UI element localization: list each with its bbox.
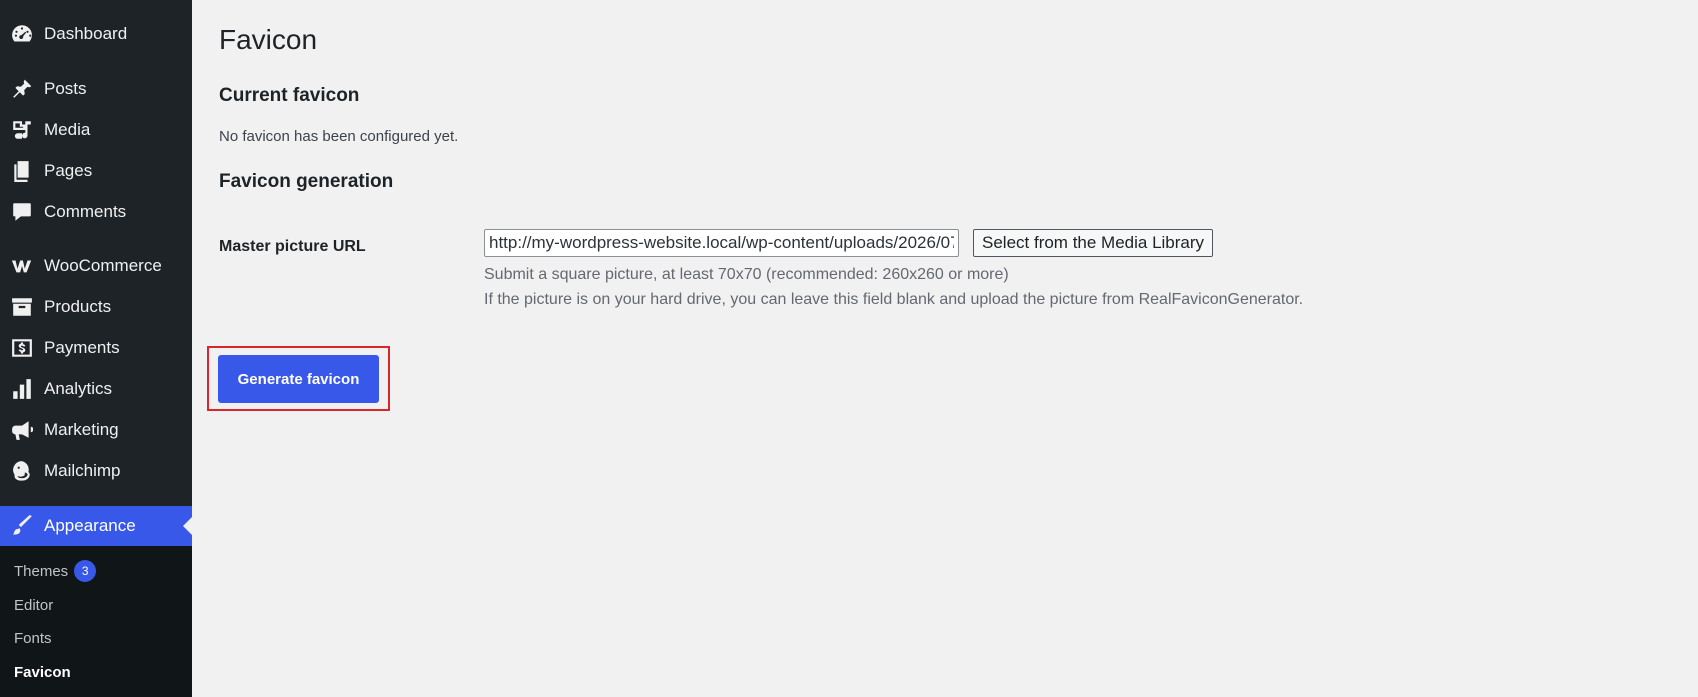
menu-label: Payments xyxy=(44,338,120,357)
comment-icon xyxy=(10,200,34,224)
favicon-generation-heading: Favicon generation xyxy=(219,171,394,192)
brush-icon xyxy=(10,514,34,538)
generate-favicon-button[interactable]: Generate favicon xyxy=(218,355,379,403)
master-picture-url-input[interactable] xyxy=(484,229,959,257)
submenu-item-favicon[interactable]: Favicon xyxy=(14,664,71,681)
menu-label: Marketing xyxy=(44,420,119,439)
megaphone-icon xyxy=(10,418,34,442)
submenu-label: Themes xyxy=(14,562,69,580)
bar-chart-icon xyxy=(10,377,34,401)
main-content: Favicon Current favicon No favicon has b… xyxy=(192,0,1698,697)
menu-item-media[interactable]: Media xyxy=(0,110,192,150)
menu-item-analytics[interactable]: Analytics xyxy=(0,369,192,409)
menu-label: Pages xyxy=(44,161,93,180)
menu-label: Comments xyxy=(44,202,127,221)
menu-item-appearance[interactable]: Appearance xyxy=(0,506,192,546)
update-count-badge: 3 xyxy=(74,560,97,582)
menu-label: Appearance xyxy=(44,516,136,535)
media-icon xyxy=(10,118,34,142)
menu-label: Media xyxy=(44,120,91,139)
menu-label: WooCommerce xyxy=(44,256,162,275)
menu-item-mailchimp[interactable]: Mailchimp xyxy=(0,451,192,491)
woo-icon xyxy=(10,254,34,278)
submenu-item-fonts[interactable]: Fonts xyxy=(14,630,52,647)
menu-item-pages[interactable]: Pages xyxy=(0,151,192,191)
appearance-submenu: Themes 3 Editor Fonts Favicon xyxy=(0,546,192,697)
menu-item-payments[interactable]: Payments xyxy=(0,328,192,368)
submenu-label: Editor xyxy=(14,597,54,614)
menu-label: Dashboard xyxy=(44,24,128,43)
select-media-library-button[interactable]: Select from the Media Library xyxy=(973,229,1214,257)
current-favicon-heading: Current favicon xyxy=(219,85,360,106)
picture-size-hint: Submit a square picture, at least 70x70 … xyxy=(484,266,1009,283)
pin-icon xyxy=(10,77,34,101)
menu-label: Analytics xyxy=(44,379,113,398)
archive-icon xyxy=(10,295,34,319)
menu-item-posts[interactable]: Posts xyxy=(0,69,192,109)
no-favicon-message: No favicon has been configured yet. xyxy=(219,128,459,145)
submenu-item-editor[interactable]: Editor xyxy=(14,597,53,614)
menu-item-comments[interactable]: Comments xyxy=(0,192,192,232)
submenu-label: Fonts xyxy=(14,630,52,647)
upload-hint: If the picture is on your hard drive, yo… xyxy=(484,291,1304,308)
master-picture-label: Master picture URL xyxy=(219,238,366,255)
dashboard-icon xyxy=(10,22,34,46)
menu-label: Mailchimp xyxy=(44,461,121,480)
menu-item-marketing[interactable]: Marketing xyxy=(0,410,192,450)
menu-item-products[interactable]: Products xyxy=(0,287,192,327)
dollar-icon xyxy=(10,336,34,360)
admin-sidebar: Dashboard Posts Media Pages Comments Woo… xyxy=(0,0,192,697)
menu-item-dashboard[interactable]: Dashboard xyxy=(0,14,192,54)
menu-label: Posts xyxy=(44,79,87,98)
menu-item-woocommerce[interactable]: WooCommerce xyxy=(0,246,192,286)
pages-icon xyxy=(10,159,34,183)
submenu-item-themes[interactable]: Themes 3 xyxy=(14,560,97,582)
mailchimp-icon xyxy=(10,459,34,483)
menu-label: Products xyxy=(44,297,112,316)
page-title: Favicon xyxy=(219,24,318,55)
submenu-label: Favicon xyxy=(14,664,71,681)
